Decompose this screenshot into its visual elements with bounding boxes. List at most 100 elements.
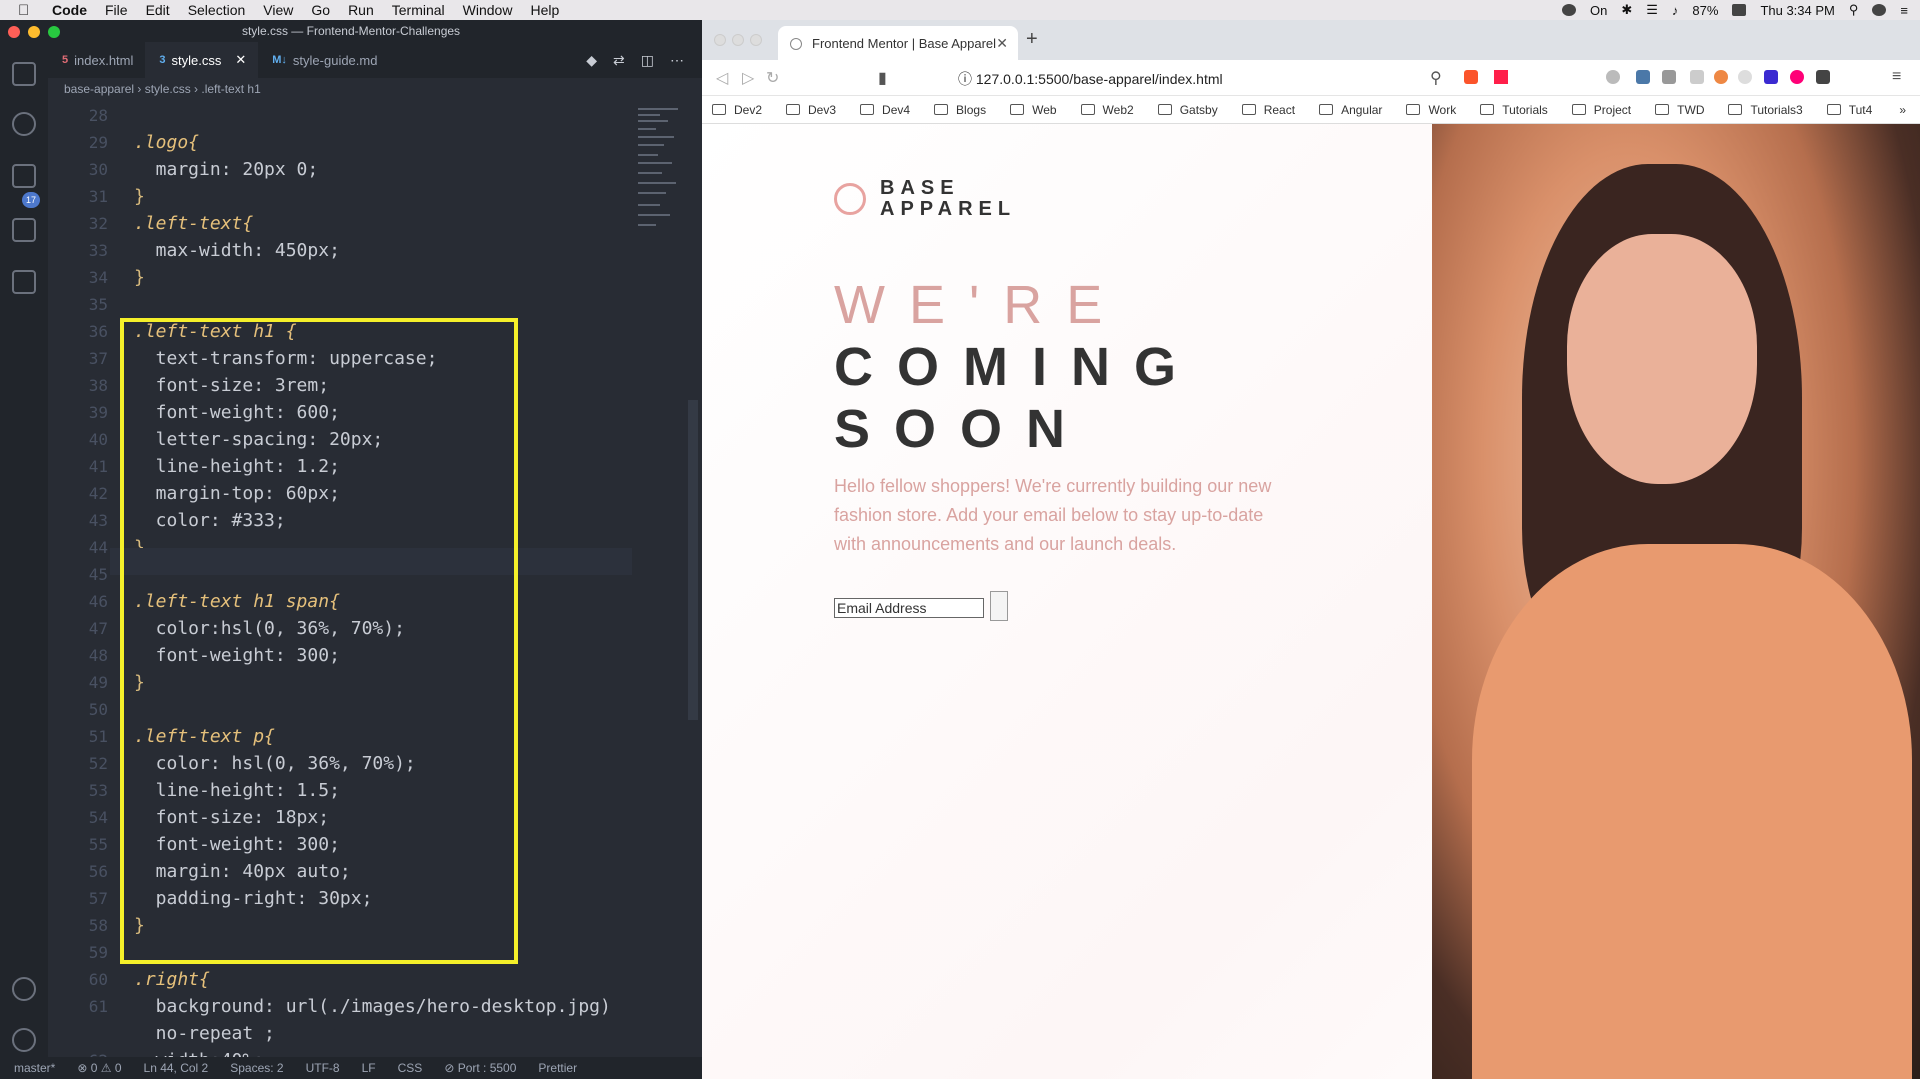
logo[interactable]: BASE APPAREL [834,178,1016,220]
color-picker-icon[interactable] [1714,70,1728,84]
code-line[interactable]: no-repeat ; [48,1020,638,1047]
reload-icon[interactable]: ↻ [766,68,779,88]
bookmark-folder[interactable]: Dev3 [786,103,836,117]
code-line[interactable]: 62 width:40%; [48,1047,638,1057]
bookmark-folder[interactable]: Tut4 [1826,103,1872,117]
code-line[interactable]: 53 line-height: 1.5; [48,777,638,804]
siri-icon[interactable] [1872,4,1887,16]
status-branch[interactable]: master* [14,1061,55,1075]
code-line[interactable]: 61 background: url(./images/hero-desktop… [48,993,638,1020]
more-bookmarks-icon[interactable]: » [1899,103,1920,117]
battery-icon[interactable] [1732,4,1747,16]
forward-icon[interactable]: ▷ [742,68,754,88]
site-info-icon[interactable]: ⓘ [958,71,972,87]
menu-view[interactable]: View [263,2,293,18]
bookmark-folder[interactable]: Angular [1319,103,1382,117]
extension-icon[interactable] [1790,70,1804,84]
minimize-window-button[interactable] [28,26,40,38]
minimize-window-button[interactable] [732,34,744,46]
brave-shields-icon[interactable] [1464,70,1478,84]
bookmark-folder[interactable]: Dev4 [860,103,910,117]
code-editor[interactable]: 28 29 .logo{30 margin: 20px 0; 31} 32 .left-t… [48,100,638,1057]
bookmark-folder[interactable]: Work [1406,103,1456,117]
bookmark-folder[interactable]: TWD [1655,103,1704,117]
clock[interactable]: Thu 3:34 PM [1760,3,1834,18]
close-tab-icon[interactable]: ✕ [996,35,1008,52]
battery-percent[interactable]: 87% [1692,3,1718,18]
status-problems[interactable]: ⊗ 0 ⚠ 0 [77,1061,121,1075]
code-line[interactable]: 56 margin: 40px auto; [48,858,638,885]
back-icon[interactable]: ◁ [716,68,728,88]
control-center-icon[interactable]: ≡ [1900,3,1908,18]
open-changes-icon[interactable]: ⇄ [613,52,625,69]
wifi-icon[interactable]: ☰ [1646,2,1658,18]
extensions-icon[interactable] [12,270,36,294]
menu-file[interactable]: File [105,2,128,18]
maximize-window-button[interactable] [48,26,60,38]
code-line[interactable]: 41 line-height: 1.2; [48,453,638,480]
bookmark-folder[interactable]: Tutorials [1480,103,1548,117]
tab-style-guide-md[interactable]: M↓ style-guide.md [258,42,389,78]
menu-help[interactable]: Help [530,2,559,18]
code-line[interactable]: 31} [48,183,638,210]
extension-icon[interactable] [1764,70,1778,84]
code-line[interactable]: 42 margin-top: 60px; [48,480,638,507]
menu-app-code[interactable]: Code [52,2,87,18]
email-input[interactable]: Email Address [834,598,984,618]
status-cursor[interactable]: Ln 44, Col 2 [144,1061,209,1075]
code-line[interactable]: 32 .left-text{ [48,210,638,237]
code-line[interactable]: 29 .logo{ [48,129,638,156]
code-line[interactable]: 47 color:hsl(0, 36%, 70%); [48,615,638,642]
spotlight-search-icon[interactable]: ⚲ [1849,2,1859,18]
code-line[interactable]: 34} [48,264,638,291]
code-line[interactable]: 28 [48,102,638,129]
menu-terminal[interactable]: Terminal [392,2,445,18]
git-icon[interactable]: ◆ [586,52,597,69]
more-actions-icon[interactable]: ⋯ [670,52,684,69]
bookmark-folder[interactable]: Web [1010,103,1057,117]
zoom-icon[interactable]: ⚲ [1430,68,1442,88]
status-prettier[interactable]: Prettier [538,1061,577,1075]
split-editor-icon[interactable]: ◫ [641,52,654,69]
bookmark-folder[interactable]: Gatsby [1157,103,1218,117]
bluetooth-icon[interactable]: ✱ [1621,2,1632,18]
close-window-button[interactable] [8,26,20,38]
code-line[interactable]: 49} [48,669,638,696]
breadcrumb[interactable]: base-apparel › style.css › .left-text h1 [48,78,702,100]
code-line[interactable]: 38 font-size: 3rem; [48,372,638,399]
bookmark-folder[interactable]: Tutorials3 [1728,103,1803,117]
status-language[interactable]: CSS [398,1061,423,1075]
code-line[interactable]: 54 font-size: 18px; [48,804,638,831]
source-control-icon[interactable] [12,164,36,188]
extension-icon[interactable] [1690,70,1704,84]
code-line[interactable]: 43 color: #333; [48,507,638,534]
code-line[interactable]: 35 [48,291,638,318]
search-icon[interactable] [12,112,36,136]
code-line[interactable]: 33 max-width: 450px; [48,237,638,264]
extension-icon[interactable] [1738,70,1752,84]
browser-menu-icon[interactable]: ≡ [1892,68,1901,86]
code-line[interactable]: 40 letter-spacing: 20px; [48,426,638,453]
close-tab-icon[interactable]: ✕ [235,52,246,68]
bookmark-folder[interactable]: React [1241,103,1295,117]
code-line[interactable]: 59 [48,939,638,966]
bookmark-folder[interactable]: Dev2 [712,103,762,117]
status-indent[interactable]: Spaces: 2 [230,1061,283,1075]
address-bar[interactable]: ⓘ 127.0.0.1:5500/base-apparel/index.html [942,66,1442,92]
code-line[interactable]: 30 margin: 20px 0; [48,156,638,183]
new-tab-button[interactable]: + [1026,28,1038,51]
tab-index-html[interactable]: 5 index.html [48,42,145,78]
extensions-puzzle-icon[interactable] [1816,70,1830,84]
bookmark-icon[interactable]: ▮ [878,68,887,88]
account-icon[interactable] [12,977,36,1001]
menu-edit[interactable]: Edit [146,2,170,18]
extension-icon[interactable] [1636,70,1650,84]
code-line[interactable]: 55 font-weight: 300; [48,831,638,858]
code-line[interactable]: 39 font-weight: 600; [48,399,638,426]
code-line[interactable]: 36 .left-text h1 { [48,318,638,345]
status-live-server[interactable]: ⊘ Port : 5500 [444,1061,516,1075]
code-line[interactable]: 57 padding-right: 30px; [48,885,638,912]
bookmark-folder[interactable]: Project [1571,103,1631,117]
extension-icon[interactable] [1662,70,1676,84]
bookmark-folder[interactable]: Web2 [1080,103,1134,117]
